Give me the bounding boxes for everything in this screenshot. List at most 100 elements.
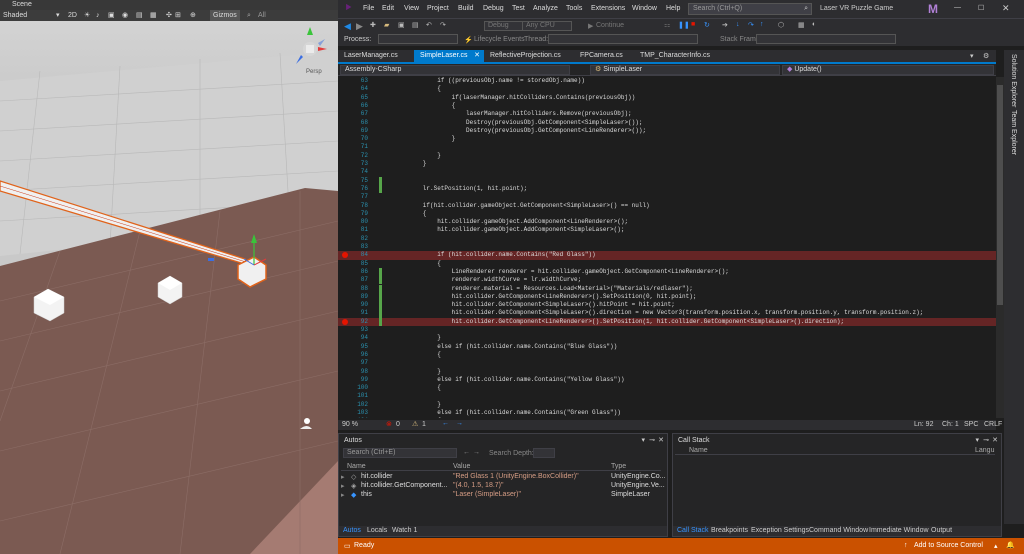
- save-all-icon[interactable]: ▤: [412, 21, 419, 29]
- code-line[interactable]: 96 {: [338, 351, 996, 359]
- class-dropdown[interactable]: ⚙ SimpleLaser: [590, 65, 780, 75]
- code-line[interactable]: 93: [338, 326, 996, 334]
- menu-edit[interactable]: Edit: [382, 5, 394, 12]
- redo-icon[interactable]: ↷: [440, 21, 446, 29]
- code-line[interactable]: 74: [338, 168, 996, 176]
- autos-row[interactable]: ▸ ◆ this "Laser (SimpleLaser)" SimpleLas…: [341, 490, 661, 499]
- step-icon[interactable]: ⚏: [664, 21, 670, 29]
- menu-project[interactable]: Project: [427, 5, 449, 12]
- code-line[interactable]: 86 LineRenderer renderer = hit.collider.…: [338, 268, 996, 276]
- zoom-level[interactable]: 90 %: [342, 421, 358, 428]
- dropdown-icon[interactable]: ▴: [994, 542, 998, 550]
- tab-fpcamera[interactable]: FPCamera.cs: [574, 50, 634, 62]
- platform-dropdown[interactable]: Any CPU: [522, 21, 572, 31]
- breakpoints-icon[interactable]: ◐: [812, 21, 816, 28]
- tab-immediate-window[interactable]: Immediate Window: [869, 527, 929, 534]
- scene-canvas[interactable]: [0, 21, 338, 554]
- restart-icon[interactable]: ↻: [704, 21, 710, 29]
- code-line[interactable]: 102 }: [338, 401, 996, 409]
- move-icon[interactable]: ⊞: [175, 10, 181, 21]
- menu-tools[interactable]: Tools: [566, 5, 582, 12]
- code-line[interactable]: 79 {: [338, 210, 996, 218]
- save-icon[interactable]: ▣: [398, 21, 405, 29]
- scene-search[interactable]: All: [258, 10, 266, 21]
- code-line[interactable]: 69 Destroy(previousObj.GetComponent<Line…: [338, 127, 996, 135]
- settings-icon[interactable]: ⚙: [983, 52, 989, 60]
- code-line[interactable]: 64 {: [338, 85, 996, 93]
- line-ending[interactable]: CRLF: [984, 421, 1002, 428]
- menu-build[interactable]: Build: [458, 5, 474, 12]
- menu-test[interactable]: Test: [512, 5, 525, 12]
- warning-count[interactable]: 1: [422, 421, 426, 428]
- hex-icon[interactable]: ⬡: [778, 21, 784, 29]
- menu-debug[interactable]: Debug: [483, 5, 504, 12]
- close-icon[interactable]: ✕: [992, 436, 998, 444]
- quick-search-input[interactable]: Search (Ctrl+Q) ⌕: [688, 3, 812, 15]
- threads-icon[interactable]: ▦: [798, 21, 805, 29]
- back-icon[interactable]: ←: [463, 449, 470, 456]
- process-dropdown[interactable]: [378, 34, 458, 44]
- code-line[interactable]: 65 if(laserManager.hitColliders.Contains…: [338, 94, 996, 102]
- unity-scene-view[interactable]: Persp Scene Shaded ▾ 2D ☀ ♪ ▣ ◉ ▤ ▦ ✣ ⊞ …: [0, 0, 338, 554]
- tab-overflow-icon[interactable]: ▾: [970, 52, 974, 60]
- code-line[interactable]: 81 hit.collider.gameObject.AddComponent<…: [338, 226, 996, 234]
- pause-icon[interactable]: ❚❚: [678, 21, 690, 29]
- continue-button[interactable]: Continue: [596, 22, 624, 29]
- stop-icon[interactable]: ■: [691, 21, 695, 28]
- code-line[interactable]: 77: [338, 193, 996, 201]
- menu-help[interactable]: Help: [666, 5, 680, 12]
- global-icon[interactable]: ⊕: [190, 10, 196, 21]
- step-into-icon[interactable]: ↓: [736, 21, 740, 28]
- menu-view[interactable]: View: [404, 5, 419, 12]
- notifications-icon[interactable]: 🔔: [1006, 541, 1015, 549]
- pin-icon[interactable]: ▾: [641, 436, 645, 444]
- code-line[interactable]: 70 }: [338, 135, 996, 143]
- back-icon[interactable]: ◀: [344, 21, 351, 32]
- menu-extensions[interactable]: Extensions: [591, 5, 625, 12]
- code-line[interactable]: 87 renderer.widthCurve = lr.widthCurve;: [338, 276, 996, 284]
- tools-icon[interactable]: ✣: [166, 10, 172, 21]
- maximize-icon[interactable]: ☐: [978, 4, 984, 12]
- editor-scrollbar[interactable]: [996, 77, 1004, 418]
- code-line[interactable]: 78 if(hit.collider.gameObject.GetCompone…: [338, 202, 996, 210]
- autos-search-input[interactable]: Search (Ctrl+E): [343, 448, 457, 458]
- error-count[interactable]: 0: [396, 421, 400, 428]
- pin-icon[interactable]: ⊸: [649, 436, 655, 444]
- code-line[interactable]: 100 {: [338, 384, 996, 392]
- member-dropdown[interactable]: ◆ Update(): [782, 65, 994, 75]
- tab-output[interactable]: Output: [931, 527, 952, 534]
- solution-explorer-tab[interactable]: Solution Explorer: [1010, 54, 1017, 107]
- visibility-icon[interactable]: ◉: [122, 10, 128, 21]
- menu-file[interactable]: File: [363, 5, 374, 12]
- tab-locals[interactable]: Locals: [367, 527, 387, 534]
- forward-icon[interactable]: ▶: [356, 21, 363, 32]
- tab-reflectiveprojection[interactable]: ReflectiveProjection.cs: [484, 50, 576, 62]
- account-avatar[interactable]: M: [928, 2, 942, 16]
- tab-call-stack[interactable]: Call Stack: [677, 527, 709, 534]
- pin-icon[interactable]: ⊸: [983, 436, 989, 444]
- step-out-icon[interactable]: ↑: [760, 21, 764, 28]
- audio-toggle-icon[interactable]: ♪: [96, 10, 100, 21]
- grid-icon[interactable]: ▦: [150, 10, 157, 21]
- scene-tab[interactable]: Scene: [0, 0, 338, 10]
- breakpoint-icon[interactable]: [342, 252, 348, 259]
- undo-icon[interactable]: ↶: [426, 21, 432, 29]
- code-line[interactable]: 73 }: [338, 160, 996, 168]
- code-line[interactable]: 84 if (hit.collider.name.Contains("Red G…: [338, 251, 996, 260]
- code-line[interactable]: 99 else if (hit.collider.name.Contains("…: [338, 376, 996, 384]
- stack-frame-dropdown[interactable]: [756, 34, 896, 44]
- effects-icon[interactable]: ▣: [108, 10, 115, 21]
- close-icon[interactable]: ✕: [658, 436, 664, 444]
- tab-exception-settings[interactable]: Exception Settings: [751, 527, 809, 534]
- code-line[interactable]: 71: [338, 143, 996, 151]
- nav-back-icon[interactable]: ←: [442, 420, 449, 427]
- minimize-icon[interactable]: —: [954, 4, 961, 11]
- autos-row[interactable]: ▸ ◇ hit.collider "Red Glass 1 (UnityEngi…: [341, 472, 665, 481]
- code-line[interactable]: 83: [338, 243, 996, 251]
- tab-lasermanager[interactable]: LaserManager.cs: [338, 50, 410, 62]
- code-line[interactable]: 76 lr.SetPosition(1, hit.point);: [338, 185, 996, 193]
- tab-tmp-characterinfo[interactable]: TMP_CharacterInfo.cs: [634, 50, 730, 62]
- code-line[interactable]: 91 hit.collider.GetComponent<SimpleLaser…: [338, 309, 996, 317]
- close-icon[interactable]: ✕: [474, 50, 480, 62]
- code-line[interactable]: 98 }: [338, 368, 996, 376]
